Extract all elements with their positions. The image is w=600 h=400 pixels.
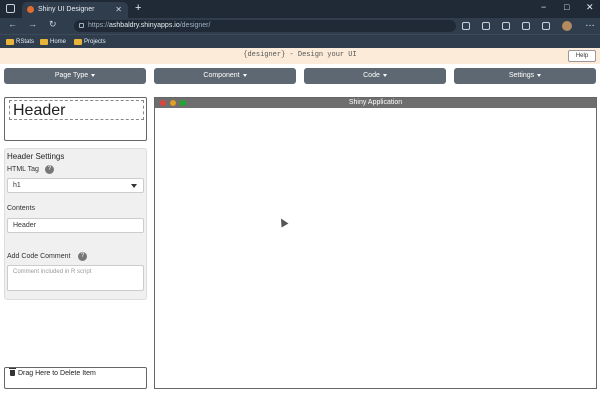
draggable-header-component[interactable]: Header (9, 100, 144, 120)
caret-down-icon (131, 184, 137, 188)
url-path: /designer/ (179, 22, 211, 29)
url-host: ashbaldry.shinyapps.io (109, 22, 180, 29)
html-tag-label: HTML Tag (7, 166, 39, 173)
maximize-icon[interactable]: □ (564, 2, 569, 12)
profile-avatar[interactable] (562, 21, 572, 31)
header-settings-panel: Header Settings HTML Tag ? h1 Contents H… (4, 148, 147, 300)
help-icon[interactable]: ? (45, 165, 54, 174)
favicon-icon (27, 6, 34, 13)
tab-title: Shiny UI Designer (38, 6, 95, 13)
app-navbar: {designer} - Design your UI Help (0, 48, 600, 64)
app-preview-canvas[interactable]: Shiny Application (154, 97, 597, 389)
caret-down-icon (382, 73, 387, 77)
contents-input[interactable]: Header (7, 218, 144, 233)
split-screen-icon[interactable] (482, 22, 490, 30)
settings-title: Header Settings (7, 152, 65, 161)
url-prefix: https:// (88, 22, 110, 29)
bookmark-rstats[interactable]: RStats (6, 37, 34, 47)
history-icon[interactable] (542, 22, 550, 30)
component-preview: Header (4, 97, 147, 141)
url-bar[interactable]: https://ashbaldry.shinyapps.io/designer/ (74, 20, 456, 32)
app-brand: {designer} - Design your UI (243, 51, 357, 59)
more-options-icon[interactable]: … (585, 18, 595, 29)
preview-titlebar: Shiny Application (155, 98, 596, 108)
help-icon[interactable]: ? (78, 252, 87, 261)
html-tag-select[interactable]: h1 (7, 178, 144, 193)
caret-down-icon (537, 73, 542, 77)
minimize-icon[interactable]: − (541, 2, 546, 12)
settings-dropdown[interactable]: Settings (454, 68, 596, 84)
collections-icon[interactable] (522, 22, 530, 30)
bookmark-home[interactable]: Home (40, 37, 66, 47)
code-dropdown[interactable]: Code (304, 68, 446, 84)
favorites-icon[interactable] (502, 22, 510, 30)
refresh-icon[interactable]: ↻ (49, 19, 57, 30)
extension-icon[interactable] (462, 22, 470, 30)
bookmark-projects[interactable]: Projects (74, 37, 106, 47)
forward-icon[interactable]: → (28, 19, 37, 29)
bookmarks-bar: RStats Home Projects (0, 34, 600, 48)
delete-zone-label: Drag Here to Delete Item (18, 370, 96, 377)
caret-down-icon (91, 73, 96, 77)
preview-title: Shiny Application (348, 99, 403, 106)
tab-close-icon[interactable]: ✕ (115, 2, 122, 18)
component-dropdown[interactable]: Component (154, 68, 296, 84)
help-button[interactable]: Help (568, 50, 596, 62)
folder-icon (6, 39, 14, 45)
browser-titlebar: Shiny UI Designer ✕ + − □ ✕ (0, 0, 600, 18)
caret-down-icon (242, 73, 247, 77)
comment-label: Add Code Comment (7, 253, 71, 260)
lock-icon (79, 23, 84, 28)
contents-label: Contents (7, 205, 36, 212)
header-preview-text: Header (13, 102, 66, 119)
delete-drop-zone[interactable]: Drag Here to Delete Item (4, 367, 147, 389)
page-type-dropdown[interactable]: Page Type (4, 68, 146, 84)
close-window-icon[interactable]: ✕ (586, 2, 594, 13)
tab-actions-icon[interactable] (6, 4, 15, 13)
browser-tab[interactable]: Shiny UI Designer ✕ (22, 2, 128, 18)
comment-textarea[interactable]: Comment included in R script (7, 265, 144, 291)
folder-icon (40, 39, 48, 45)
new-tab-icon[interactable]: + (135, 2, 141, 14)
trash-icon (9, 368, 16, 376)
address-toolbar: ← → ↻ https://ashbaldry.shinyapps.io/des… (0, 18, 600, 34)
back-icon[interactable]: ← (8, 19, 17, 29)
folder-icon (74, 39, 82, 45)
